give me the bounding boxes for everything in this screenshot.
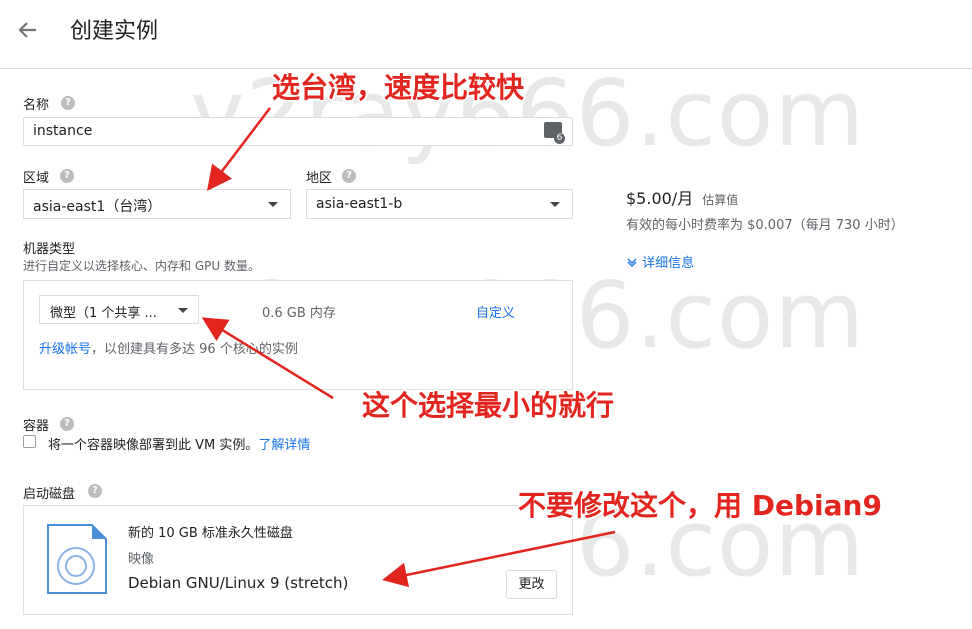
arrow-to-machine-type [201, 317, 334, 400]
arrow-to-image [382, 530, 616, 588]
annotation-boot-disk: 不要修改这个，用 Debian9 [518, 489, 882, 522]
annotation-machine-type: 这个选择最小的就行 [362, 389, 615, 422]
annotation-region: 选台湾，速度比较快 [272, 71, 525, 104]
arrow-to-region [206, 107, 271, 191]
